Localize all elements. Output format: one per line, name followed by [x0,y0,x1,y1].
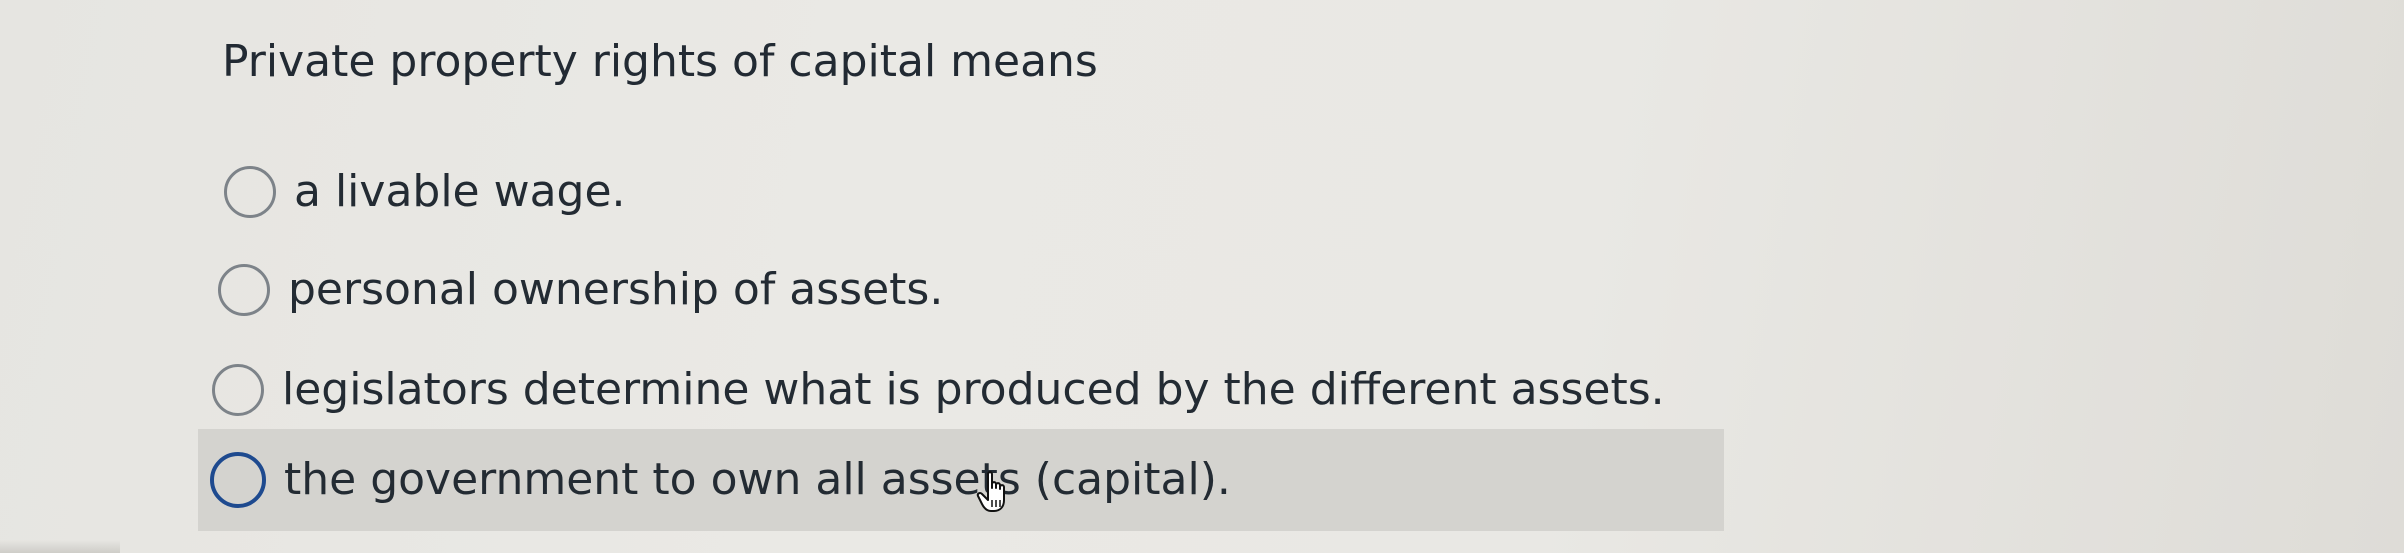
radio-button[interactable] [212,364,264,416]
answer-option[interactable]: personal ownership of assets. [218,258,943,322]
question-text: Private property rights of capital means [222,36,1098,87]
answer-option-label: the government to own all assets (capita… [284,454,1231,505]
answer-option[interactable]: a livable wage. [224,160,626,224]
radio-button[interactable] [224,166,276,218]
radio-button[interactable] [218,264,270,316]
hand-pointer-icon [976,471,1005,512]
answer-option-label: a livable wage. [294,166,626,217]
answer-option-label: legislators determine what is produced b… [282,364,1665,415]
answer-option-hovered[interactable]: the government to own all assets (capita… [198,429,1724,531]
answer-option-label: personal ownership of assets. [288,264,944,315]
radio-button[interactable] [210,452,266,508]
page-edge-shadow [0,540,120,553]
answer-option[interactable]: legislators determine what is produced b… [212,358,1665,422]
